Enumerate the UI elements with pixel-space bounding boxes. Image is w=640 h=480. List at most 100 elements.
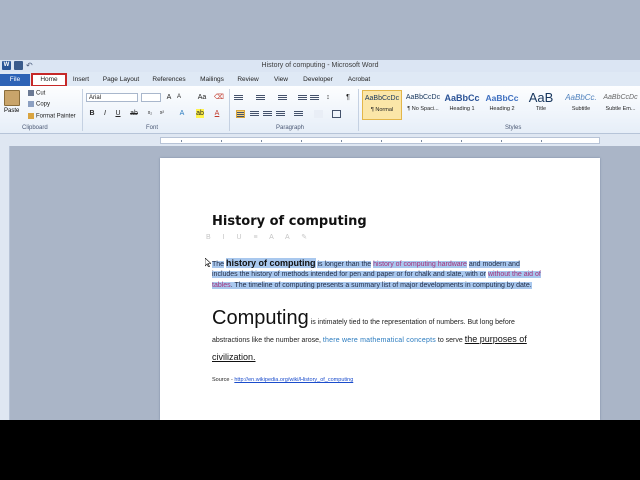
- align-right-icon[interactable]: [263, 110, 272, 118]
- separator: [229, 89, 230, 131]
- style-sample: AaBbCcDc: [364, 95, 400, 102]
- increase-indent-icon[interactable]: [310, 94, 319, 102]
- style-label: Heading 1: [449, 106, 475, 112]
- bullets-icon[interactable]: [234, 94, 243, 102]
- style-label: ¶ Normal: [370, 107, 394, 113]
- cut-label: Cut: [36, 90, 46, 97]
- link-history-of-computing-hardware[interactable]: history of computing hardware: [373, 261, 467, 268]
- numbering-icon[interactable]: [256, 94, 265, 102]
- style-sample: AaB: [528, 90, 554, 105]
- style-label: Title: [535, 106, 547, 112]
- text-computing-large: Computing: [212, 307, 309, 329]
- document-page[interactable]: History of computing B I U ≡ A A ✎ The h…: [160, 158, 600, 420]
- mini-toolbar[interactable]: B I U ≡ A A ✎: [206, 233, 316, 245]
- sort-icon[interactable]: ↕: [324, 93, 332, 102]
- style-sample: AaBbCcDc: [405, 94, 441, 101]
- style-subtitle[interactable]: AaBbCc. Subtitle: [561, 90, 601, 120]
- bold-icon[interactable]: B: [88, 109, 96, 118]
- separator: [82, 89, 83, 131]
- style-sample: AaBbCc.: [565, 93, 597, 102]
- text-effects-icon[interactable]: A: [178, 109, 186, 118]
- tab-insert[interactable]: Insert: [70, 74, 92, 86]
- style-subtle-emphasis[interactable]: AaBbCcDc Subtle Em...: [601, 90, 640, 120]
- ribbon-tabs: File Home Insert Page Layout References …: [0, 72, 640, 87]
- word-window: W ↶ History of computing - Microsoft Wor…: [0, 0, 640, 420]
- tab-references[interactable]: References: [150, 74, 188, 86]
- line-spacing-icon[interactable]: [294, 110, 303, 118]
- paragraph-selected[interactable]: The history of computing is longer than …: [212, 258, 544, 291]
- strikethrough-icon[interactable]: ab: [130, 109, 138, 118]
- tab-view[interactable]: View: [270, 74, 292, 86]
- clear-formatting-icon[interactable]: ⌫: [214, 93, 224, 102]
- ruler-tick: [181, 140, 182, 142]
- document-heading[interactable]: History of computing: [212, 214, 367, 229]
- borders-icon[interactable]: [332, 110, 341, 118]
- copy-button[interactable]: Copy: [28, 101, 50, 108]
- ruler-tick: [221, 140, 222, 142]
- font-size-select[interactable]: [141, 93, 161, 102]
- paragraph-group-label: Paragraph: [276, 125, 305, 131]
- text-run: is longer than the: [317, 261, 372, 268]
- tab-file[interactable]: File: [0, 74, 30, 86]
- grow-font-icon[interactable]: A: [165, 93, 173, 102]
- justify-icon[interactable]: [276, 110, 285, 118]
- style-heading-1[interactable]: AaBbCc Heading 1: [442, 90, 482, 120]
- style-label: Subtitle: [571, 106, 591, 112]
- style-label: Heading 2: [489, 106, 515, 112]
- show-formatting-icon[interactable]: ¶: [344, 93, 352, 102]
- style-title[interactable]: AaB Title: [521, 90, 561, 120]
- ruler-tick: [501, 140, 502, 142]
- style-normal[interactable]: AaBbCcDc ¶ Normal: [362, 90, 402, 120]
- clipboard-group-label: Clipboard: [22, 125, 48, 131]
- ruler-tick: [301, 140, 302, 142]
- change-case-icon[interactable]: Aa: [196, 93, 208, 102]
- underline-icon[interactable]: U: [114, 109, 122, 118]
- ruler-tick: [261, 140, 262, 142]
- align-center-icon[interactable]: [250, 110, 259, 118]
- superscript-icon[interactable]: x²: [158, 109, 166, 118]
- shrink-font-icon[interactable]: A: [175, 93, 183, 102]
- tab-mailings[interactable]: Mailings: [197, 74, 227, 86]
- paste-icon[interactable]: [4, 90, 20, 106]
- style-label: ¶ No Spaci...: [407, 106, 439, 112]
- mouse-cursor-icon: [204, 254, 212, 268]
- shading-icon[interactable]: [314, 110, 323, 118]
- subscript-icon[interactable]: x₂: [146, 109, 154, 118]
- tab-review[interactable]: Review: [236, 74, 260, 86]
- highlight-icon[interactable]: ab: [196, 109, 204, 118]
- cut-button[interactable]: Cut: [28, 90, 45, 97]
- source-link[interactable]: http://en.wikipedia.org/wiki/History_of_…: [234, 377, 353, 383]
- format-painter-button[interactable]: Format Painter: [28, 113, 76, 120]
- style-label: Subtle Em...: [605, 106, 636, 112]
- font-group-label: Font: [146, 125, 159, 131]
- vertical-ruler[interactable]: [0, 146, 10, 420]
- letterbox-bar: [0, 420, 640, 480]
- style-sample: AaBbCc: [444, 93, 480, 103]
- style-no-spacing[interactable]: AaBbCcDc ¶ No Spaci...: [403, 90, 443, 120]
- paste-button-label[interactable]: Paste: [4, 108, 19, 114]
- horizontal-ruler[interactable]: [0, 134, 640, 146]
- tab-developer[interactable]: Developer: [300, 74, 336, 86]
- ruler-tick: [341, 140, 342, 142]
- font-family-select[interactable]: Arial: [86, 93, 138, 102]
- paragraph-computing[interactable]: Computing is intimately tied to the repr…: [212, 307, 552, 367]
- source-line: Source - http://en.wikipedia.org/wiki/Hi…: [212, 377, 353, 383]
- text-run: to serve: [437, 337, 463, 344]
- styles-group-label: Styles: [505, 125, 522, 131]
- decrease-indent-icon[interactable]: [298, 94, 307, 102]
- font-color-icon[interactable]: A: [213, 109, 221, 118]
- tab-home[interactable]: Home: [31, 73, 67, 87]
- text-blue-mathematical-concepts: there were mathematical concepts: [322, 337, 436, 344]
- scissors-icon: [28, 90, 34, 96]
- ruler-tick: [461, 140, 462, 142]
- style-sample: AaBbCcDc: [603, 94, 638, 101]
- tab-acrobat[interactable]: Acrobat: [344, 74, 374, 86]
- tab-page-layout[interactable]: Page Layout: [101, 74, 141, 86]
- italic-icon[interactable]: I: [101, 109, 109, 118]
- style-sample: AaBbCc: [485, 93, 519, 103]
- style-heading-2[interactable]: AaBbCc Heading 2: [482, 90, 522, 120]
- ruler-tick: [541, 140, 542, 142]
- ruler-tick: [421, 140, 422, 142]
- align-left-icon[interactable]: [236, 110, 245, 118]
- multilevel-list-icon[interactable]: [278, 94, 287, 102]
